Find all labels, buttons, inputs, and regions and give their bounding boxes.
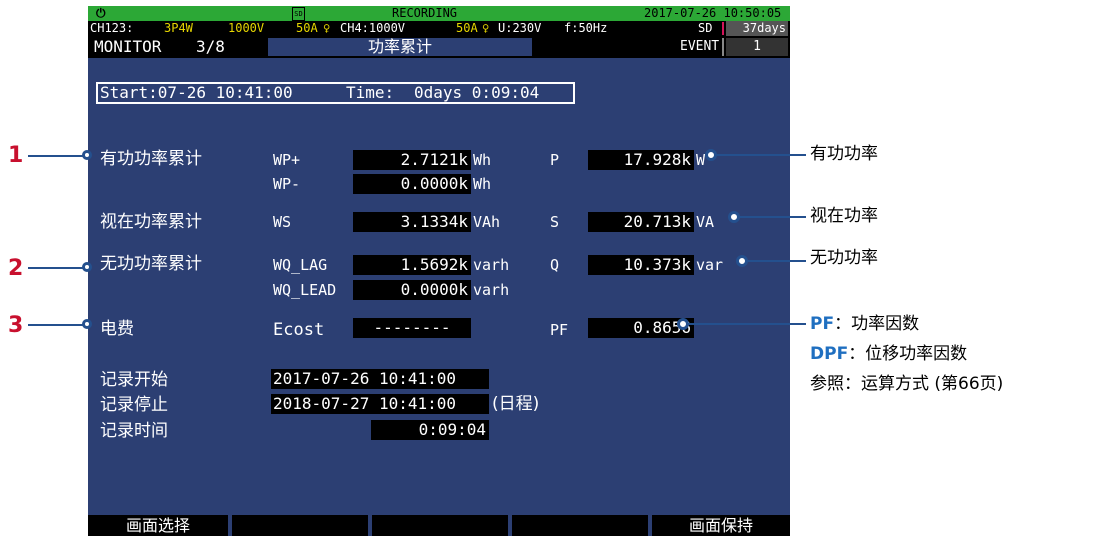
dpf-abbreviation: DPF <box>810 344 849 364</box>
wp-minus-value: 0.0000k <box>353 174 471 194</box>
s-unit: VA <box>696 213 715 231</box>
wq-lag-value: 1.5692k <box>353 255 471 275</box>
clamp-icon: ♀ <box>323 21 331 35</box>
header-bar: MONITOR 3/8 功率累计 EVENT 1 <box>88 36 790 58</box>
recording-status: RECORDING <box>392 6 458 20</box>
monitor-label: MONITOR <box>94 37 162 56</box>
record-stop-value: 2018-07-27 10:41:00 <box>271 394 489 414</box>
record-start-value: 2017-07-26 10:41:00 <box>271 369 489 389</box>
wq-lead-value: 0.0000k <box>353 280 471 300</box>
ch123-clamp: 50A <box>296 21 318 35</box>
pf-description: ：功率因数 <box>834 314 920 334</box>
annotation-active-power: 有功功率 <box>810 144 878 164</box>
schedule-note: (日程) <box>492 394 540 414</box>
recording-time-box: Start:07-26 10:41:00 Time: 0days 0:09:04 <box>96 82 575 104</box>
status-bar: ⏻ SD RECORDING 2017-07-26 10:50:05 <box>88 6 790 21</box>
ecost-value: -------- <box>353 318 471 338</box>
clamp-icon: ♀ <box>482 21 490 35</box>
f4-button[interactable] <box>512 515 648 536</box>
ch123-label: CH123: <box>90 21 134 35</box>
annotation-pf: PF：功率因数 <box>810 313 919 335</box>
ch4-clamp: 50A <box>456 21 478 35</box>
dpf-description: ：位移功率因数 <box>848 344 968 364</box>
q-unit: var <box>696 256 724 274</box>
datetime: 2017-07-26 10:50:05 <box>644 6 782 20</box>
event-count: 1 <box>726 38 788 56</box>
f5-screen-hold-button[interactable]: 画面保持 <box>652 515 790 536</box>
sd-label: SD <box>698 21 713 35</box>
wp-plus-unit: Wh <box>473 151 492 169</box>
wq-lag-unit: varh <box>473 256 510 274</box>
ws-symbol: WS <box>273 213 292 231</box>
s-symbol: S <box>550 213 560 231</box>
reactive-energy-label: 无功功率累计 <box>100 254 202 274</box>
annotation-apparent-power: 视在功率 <box>810 206 878 226</box>
callout-number-2: 2 <box>8 256 24 281</box>
page-indicator: 3/8 <box>196 37 225 56</box>
time-label: Time: <box>346 83 395 102</box>
annotation-dpf: DPF：位移功率因数 <box>810 343 967 365</box>
sd-card-icon: SD <box>292 7 305 21</box>
page-title: 功率累计 <box>268 38 532 56</box>
apparent-energy-label: 视在功率累计 <box>100 212 202 232</box>
annotation-reference: 参照：运算方式 (第66页) <box>810 374 1004 394</box>
wq-lead-symbol: WQ_LEAD <box>273 281 337 299</box>
cost-label: 电费 <box>100 319 134 339</box>
callout-line-power-factor <box>688 323 806 325</box>
record-start-label: 记录开始 <box>100 370 168 390</box>
config-bar: CH123: 3P4W 1000V 50A ♀ CH4:1000V 50A ♀ … <box>88 21 790 36</box>
callout-line-1 <box>28 155 86 157</box>
callout-line-reactive-power <box>747 260 806 262</box>
elapsed-time: 0days 0:09:04 <box>414 83 540 102</box>
callout-number-1: 1 <box>8 143 24 168</box>
wp-minus-symbol: WP- <box>273 175 301 193</box>
ecost-symbol: Ecost <box>273 320 325 340</box>
active-energy-label: 有功功率累计 <box>100 149 202 169</box>
wq-lag-symbol: WQ_LAG <box>273 256 328 274</box>
pf-symbol: PF <box>550 321 569 339</box>
p-symbol: P <box>550 151 560 169</box>
callout-dot-2 <box>82 262 92 272</box>
callout-dot-3 <box>82 319 92 329</box>
ws-unit: VAh <box>473 213 501 231</box>
f2-button[interactable] <box>232 515 368 536</box>
record-stop-label: 记录停止 <box>100 395 168 415</box>
callout-number-3: 3 <box>8 313 24 338</box>
p-value: 17.928k <box>588 150 694 170</box>
wp-minus-unit: Wh <box>473 175 492 193</box>
instrument-screen: ⏻ SD RECORDING 2017-07-26 10:50:05 CH123… <box>88 6 790 536</box>
f1-screen-select-button[interactable]: 画面选择 <box>88 515 228 536</box>
s-value: 20.713k <box>588 212 694 232</box>
wp-plus-symbol: WP+ <box>273 151 301 169</box>
ws-value: 3.1334k <box>353 212 471 232</box>
event-divider <box>722 38 724 56</box>
wq-lead-unit: varh <box>473 281 510 299</box>
event-label: EVENT <box>680 39 720 54</box>
ch123-range: 1000V <box>228 21 265 35</box>
q-value: 10.373k <box>588 255 694 275</box>
annotation-reactive-power: 无功功率 <box>810 248 878 268</box>
nominal-voltage: U:230V <box>498 21 542 35</box>
record-time-value: 0:09:04 <box>371 420 489 440</box>
record-time-label: 记录时间 <box>100 421 168 441</box>
pf-abbreviation: PF <box>810 314 835 334</box>
p-unit: W <box>696 151 706 169</box>
callout-line-3 <box>28 324 86 326</box>
wp-plus-value: 2.7121k <box>353 150 471 170</box>
callout-line-2 <box>28 267 86 269</box>
nominal-frequency: f:50Hz <box>564 21 608 35</box>
sd-divider <box>722 22 724 35</box>
wiring: 3P4W <box>164 21 193 35</box>
f3-button[interactable] <box>372 515 508 536</box>
callout-dot-1 <box>82 150 92 160</box>
battery-plug-icon: ⏻ <box>96 6 106 20</box>
ch4-range: CH4:1000V <box>340 21 406 35</box>
callout-line-apparent-power <box>739 216 806 218</box>
callout-line-active-power <box>716 154 806 156</box>
start-time: Start:07-26 10:41:00 <box>100 83 293 102</box>
sd-remaining: 37days <box>726 21 788 36</box>
q-symbol: Q <box>550 256 560 274</box>
